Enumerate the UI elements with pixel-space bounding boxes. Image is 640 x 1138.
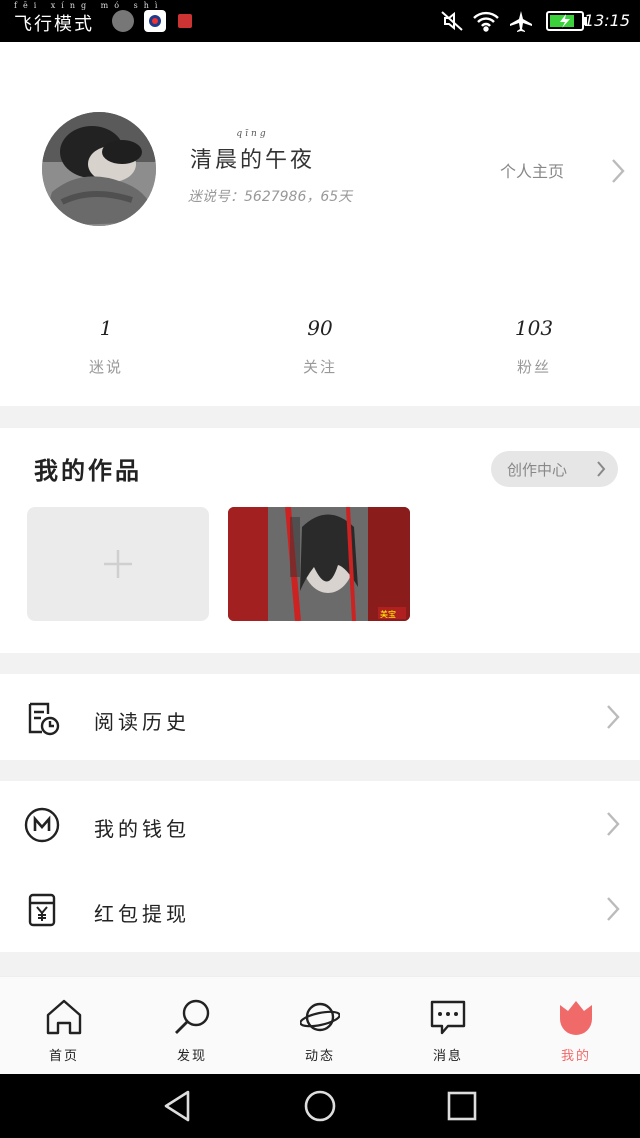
avatar[interactable]: [42, 112, 156, 226]
stat-following[interactable]: 90 关注: [250, 316, 390, 377]
planet-icon: [300, 1002, 340, 1032]
creator-center-label: 创作中心: [507, 461, 568, 479]
menu-label: 红包提现: [94, 902, 190, 926]
thumb-caption: 美宝: [380, 609, 396, 619]
creator-center-button[interactable]: 创作中心: [491, 451, 618, 487]
back-icon[interactable]: [160, 1088, 196, 1124]
discover-icon: [175, 999, 210, 1034]
nickname: qīng 清晨的午夜: [190, 129, 316, 173]
wifi-icon: [472, 10, 500, 36]
stat-value: 90: [307, 316, 333, 340]
work-thumbnail[interactable]: 美宝: [228, 507, 410, 621]
mode-label: 飞行模式: [14, 14, 94, 35]
tab-label: 我的: [560, 1049, 591, 1064]
wallet-icon: [24, 807, 60, 843]
stat-posts[interactable]: 1 迷说: [36, 316, 176, 377]
tab-label: 首页: [48, 1049, 79, 1064]
recent-apps-icon[interactable]: [444, 1088, 480, 1124]
menu-red-packet-withdraw[interactable]: 红包提现: [0, 866, 640, 952]
stat-followers[interactable]: 103 粉丝: [464, 316, 604, 377]
menu-reading-history[interactable]: 阅读历史: [0, 674, 640, 760]
section-divider: [0, 952, 640, 976]
airplane-icon: [508, 10, 534, 36]
plus-icon: [104, 550, 132, 578]
tab-label: 动态: [304, 1049, 335, 1064]
personal-homepage-link[interactable]: 个人主页: [500, 158, 625, 186]
menu-label: 阅读历史: [94, 710, 190, 734]
clock: 13:15: [583, 11, 630, 30]
battery-icon: [546, 11, 588, 35]
tab-home[interactable]: 首页: [0, 977, 128, 1075]
home-icon: [46, 999, 82, 1035]
tab-messages[interactable]: 消息: [384, 977, 512, 1075]
tulip-icon: [560, 1001, 592, 1035]
homepage-label: 个人主页: [500, 162, 565, 181]
status-bar: fēi xíng mó shì 飞行模式 13:15: [0, 0, 640, 42]
stat-label: 关注: [302, 358, 337, 376]
chevron-right-icon: [606, 704, 620, 730]
tab-label: 消息: [432, 1049, 463, 1064]
section-divider: [0, 760, 640, 781]
menu-label: 我的钱包: [94, 817, 190, 841]
red-packet-icon: [28, 893, 56, 927]
bottom-tab-bar: 首页 发现 动态 消息 我的: [0, 976, 640, 1074]
system-nav-bar: [0, 1074, 640, 1138]
notification-icon: [112, 10, 134, 32]
stat-value: 103: [514, 316, 554, 340]
tab-discover[interactable]: 发现: [128, 977, 256, 1075]
chevron-right-icon: [596, 459, 606, 479]
user-id-line: 迷说号：5627986，65天: [188, 186, 352, 206]
chevron-right-icon: [606, 896, 620, 922]
tab-feed[interactable]: 动态: [256, 977, 384, 1075]
mute-icon: [440, 10, 464, 36]
stat-label: 粉丝: [516, 358, 551, 376]
chevron-right-icon: [606, 811, 620, 837]
works-title: 我的作品: [34, 456, 142, 485]
nickname-text: 清晨的午夜: [190, 148, 316, 173]
chevron-right-icon: [611, 158, 625, 184]
section-divider: [0, 653, 640, 674]
stat-value: 1: [99, 316, 113, 340]
history-icon: [28, 702, 60, 736]
user-id-label: 迷说号: [188, 189, 230, 205]
message-icon: [430, 1000, 466, 1035]
mode-pinyin: fēi xíng mó shì: [14, 1, 164, 10]
tab-label: 发现: [176, 1049, 207, 1064]
stat-label: 迷说: [88, 358, 123, 376]
airplane-mode-text: fēi xíng mó shì 飞行模式: [14, 1, 157, 36]
add-work-button[interactable]: [27, 507, 209, 621]
menu-my-wallet[interactable]: 我的钱包: [0, 781, 640, 867]
tab-me[interactable]: 我的: [512, 977, 640, 1075]
user-id-value: ：5627986，65天: [230, 189, 353, 205]
home-circle-icon[interactable]: [302, 1088, 338, 1124]
app-notification-icon: [144, 10, 166, 32]
app-badge-icon: [178, 14, 192, 28]
section-divider: [0, 406, 640, 428]
